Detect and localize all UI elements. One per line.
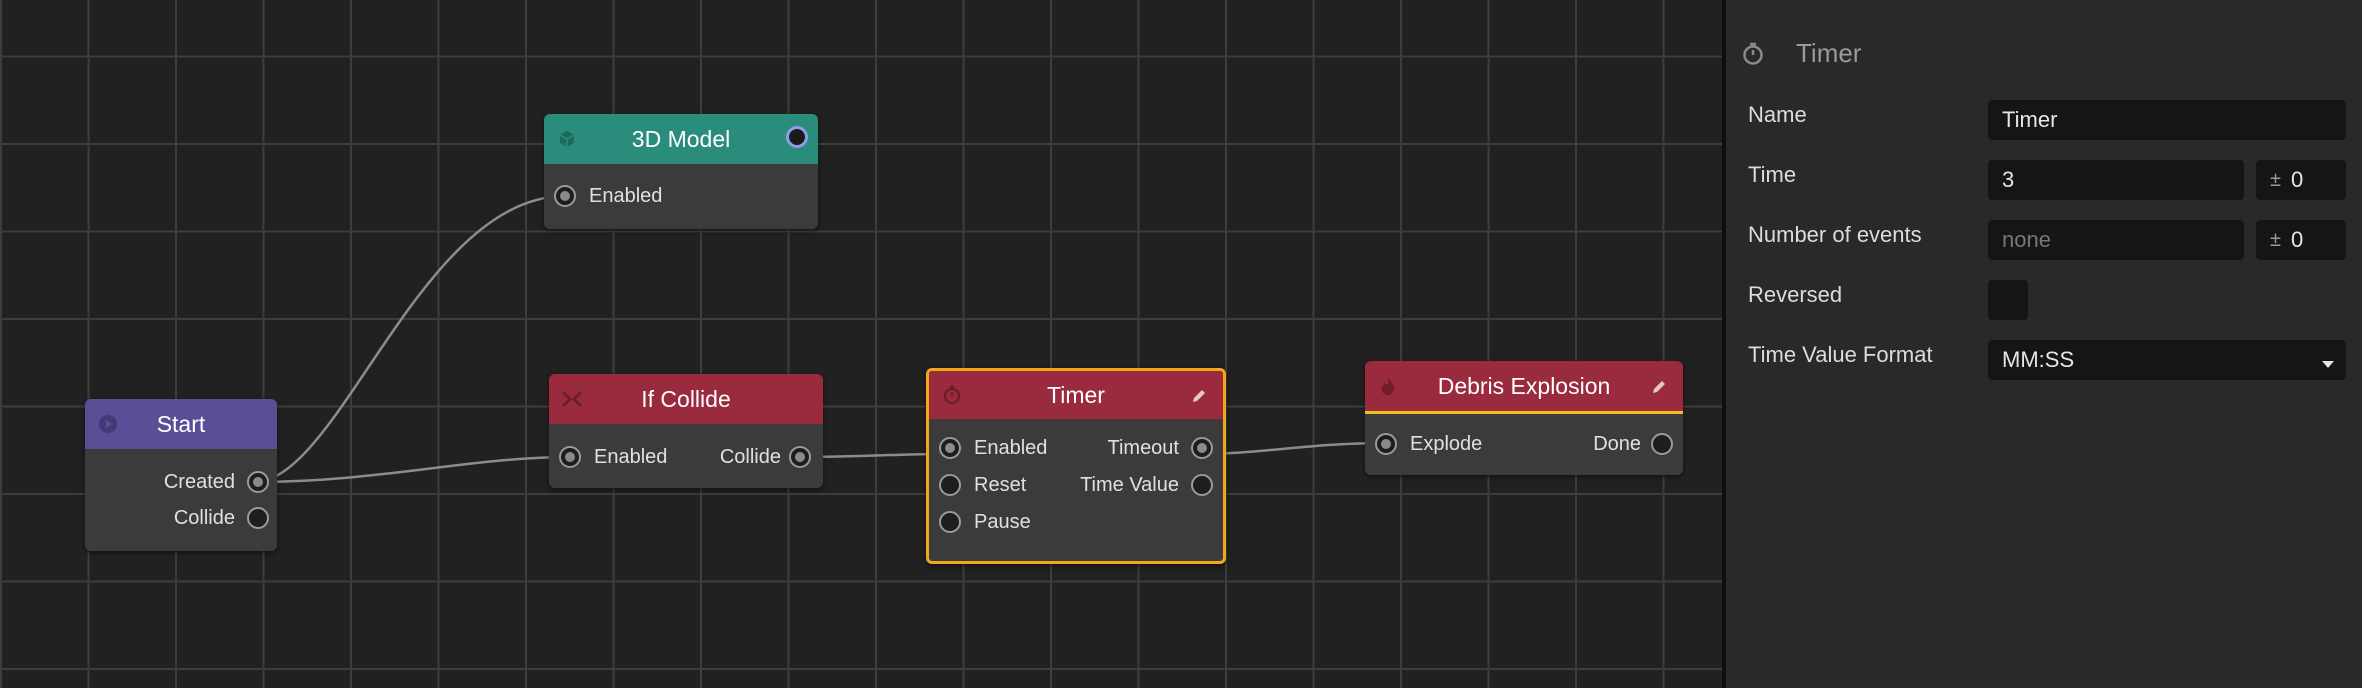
collide-icon xyxy=(561,388,583,410)
input-port-explode[interactable] xyxy=(1375,433,1397,455)
node-3d-model-header[interactable]: 3D Model xyxy=(544,114,818,164)
panel-title: Timer xyxy=(1796,38,1862,68)
port-row: Reset Time Value xyxy=(929,470,1223,500)
output-port-done[interactable] xyxy=(1651,433,1673,455)
port-label: Explode xyxy=(1410,432,1483,455)
port-label: Done xyxy=(1593,432,1641,455)
wire-start-created-to-model-enabled xyxy=(253,194,567,484)
events-variance-field[interactable]: ± 0 xyxy=(2256,220,2346,260)
name-value: Timer xyxy=(2002,107,2058,132)
time-field[interactable]: 3 xyxy=(1988,160,2244,200)
fire-icon xyxy=(1377,375,1399,397)
node-timer-header[interactable]: Timer xyxy=(929,371,1223,419)
node-if-collide[interactable]: If Collide Enabled Collide xyxy=(549,374,823,488)
graph-canvas[interactable]: 3D Model Enabled Start Created Collide I… xyxy=(0,0,1722,688)
node-start-header[interactable]: Start xyxy=(85,399,277,449)
node-debris-explosion-header[interactable]: Debris Explosion xyxy=(1365,361,1683,414)
reversed-label: Reversed xyxy=(1748,282,1843,307)
events-placeholder: none xyxy=(2002,227,2051,252)
time-value: 3 xyxy=(2002,167,2015,192)
name-field[interactable]: Timer xyxy=(1988,100,2346,140)
plusminus-label: ± xyxy=(2270,228,2281,251)
port-row: Enabled Collide xyxy=(549,442,823,472)
time-variance-field[interactable]: ± 0 xyxy=(2256,160,2346,200)
events-field[interactable]: none xyxy=(1988,220,2244,260)
input-port-reset[interactable] xyxy=(939,474,961,496)
play-icon xyxy=(97,413,119,435)
node-title: Timer xyxy=(1047,381,1105,408)
port-label: Pause xyxy=(974,510,1031,533)
wire-timer-timeout-to-debris-explode xyxy=(1198,441,1387,456)
node-output-port[interactable] xyxy=(786,126,808,148)
plusminus-label: ± xyxy=(2270,168,2281,191)
port-label: Time Value xyxy=(1080,473,1179,496)
port-row: Pause xyxy=(929,507,1223,537)
events-label: Number of events xyxy=(1748,222,1922,247)
node-if-collide-header[interactable]: If Collide xyxy=(549,374,823,424)
output-port-row: Created xyxy=(85,467,277,497)
node-title: If Collide xyxy=(641,385,731,412)
edit-icon[interactable] xyxy=(1189,385,1209,405)
stopwatch-icon xyxy=(941,384,963,406)
node-timer[interactable]: Timer Enabled Timeout Reset Time Value P… xyxy=(926,368,1226,564)
input-port-enabled[interactable] xyxy=(554,185,576,207)
input-port-enabled[interactable] xyxy=(939,437,961,459)
input-port-row: Enabled xyxy=(544,181,818,211)
events-variance-value: 0 xyxy=(2290,227,2304,252)
wire-start-created-to-collide-enabled xyxy=(253,455,572,484)
cube-icon xyxy=(556,128,578,150)
port-label: Collide xyxy=(719,445,781,468)
dropdown-arrow-icon xyxy=(2320,352,2336,368)
output-port-row: Collide xyxy=(85,503,277,533)
output-port-collide[interactable] xyxy=(247,507,269,529)
reversed-checkbox[interactable] xyxy=(1988,280,2028,320)
port-label: Enabled xyxy=(974,436,1048,459)
stopwatch-icon xyxy=(1740,40,1766,66)
node-title: Start xyxy=(156,410,206,437)
time-label: Time xyxy=(1748,162,1797,187)
input-port-pause[interactable] xyxy=(939,511,961,533)
port-label: Collide xyxy=(173,506,235,529)
output-port-created[interactable] xyxy=(247,471,269,493)
node-start[interactable]: Start Created Collide xyxy=(85,399,277,551)
time-variance-value: 0 xyxy=(2290,167,2304,192)
format-dropdown[interactable]: MM:SS xyxy=(1988,340,2346,380)
port-label: Enabled xyxy=(594,445,668,468)
properties-panel: Timer Name Timer Time 3 ± 0 Number of ev… xyxy=(1722,0,2362,688)
port-label: Enabled xyxy=(589,184,663,207)
input-port-enabled[interactable] xyxy=(559,446,581,468)
port-row: Explode Done xyxy=(1365,429,1683,459)
output-port-collide[interactable] xyxy=(789,446,811,468)
port-label: Reset xyxy=(974,473,1027,496)
format-label: Time Value Format xyxy=(1748,342,1933,367)
port-label: Created xyxy=(163,470,235,493)
node-debris-explosion[interactable]: Debris Explosion Explode Done xyxy=(1365,361,1683,475)
node-title: Debris Explosion xyxy=(1437,372,1611,399)
output-port-timeout[interactable] xyxy=(1191,437,1213,459)
format-value: MM:SS xyxy=(2002,347,2075,372)
port-row: Enabled Timeout xyxy=(929,433,1223,463)
node-title: 3D Model xyxy=(631,125,731,152)
node-3d-model[interactable]: 3D Model Enabled xyxy=(544,114,818,229)
output-port-time-value[interactable] xyxy=(1191,474,1213,496)
edit-icon[interactable] xyxy=(1649,376,1669,396)
name-label: Name xyxy=(1748,102,1807,127)
port-label: Timeout xyxy=(1107,436,1179,459)
